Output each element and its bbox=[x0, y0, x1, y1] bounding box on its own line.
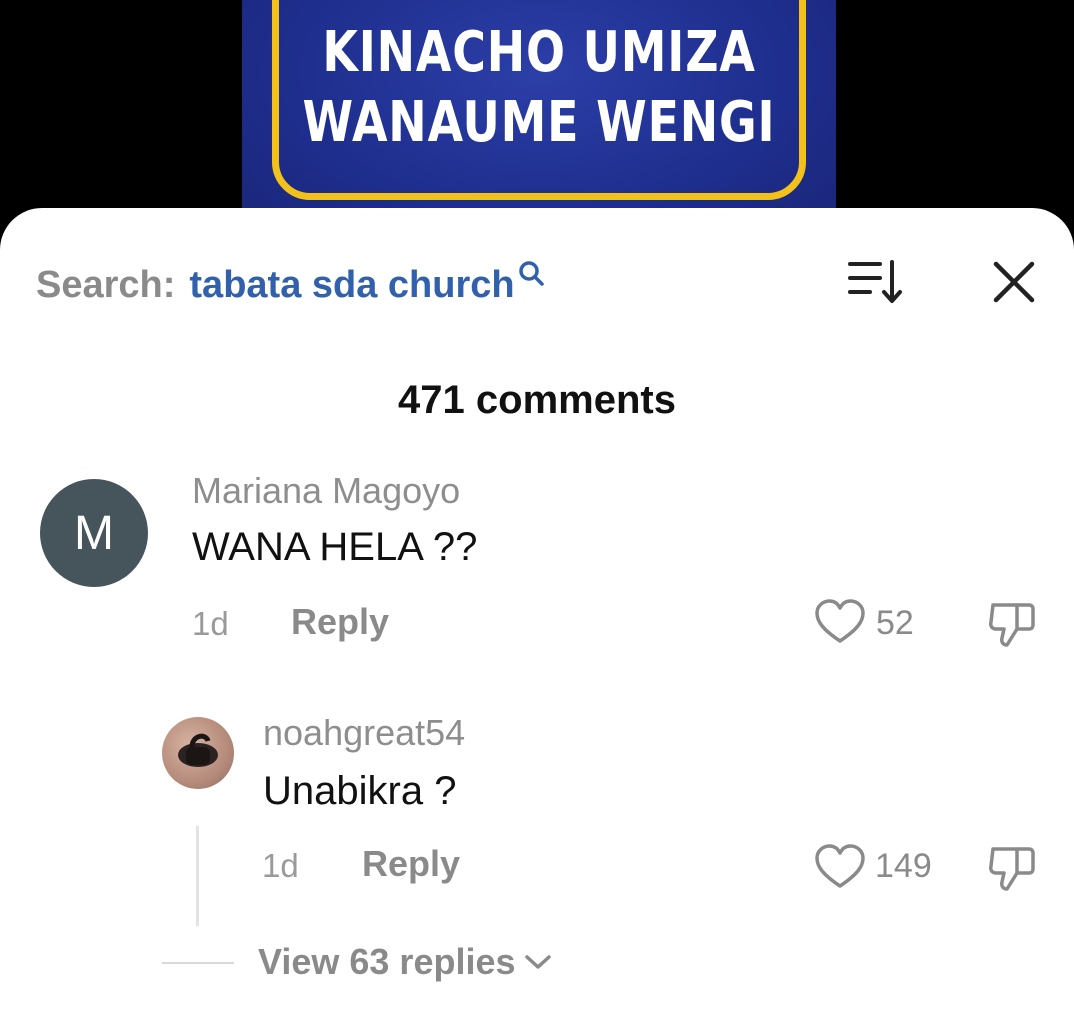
chevron-down-icon bbox=[524, 955, 551, 969]
heart-icon[interactable] bbox=[814, 599, 866, 645]
search-label: Search: bbox=[36, 263, 176, 306]
comment-username[interactable]: noahgreat54 bbox=[263, 712, 465, 754]
search-icon bbox=[518, 261, 544, 286]
avatar[interactable] bbox=[162, 717, 234, 789]
search-suggestion[interactable]: Search: tabata sda church bbox=[36, 261, 545, 308]
video-preview[interactable]: KINACHO UMIZA WANAUME WENGI bbox=[0, 0, 1074, 240]
comment-count: 471 comments bbox=[398, 378, 676, 422]
thumbs-down-icon[interactable] bbox=[987, 843, 1037, 893]
heart-icon[interactable] bbox=[814, 844, 866, 890]
comments-sheet: Search: tabata sda church 471 comments M… bbox=[0, 208, 1074, 1021]
like-count: 149 bbox=[875, 847, 932, 885]
thumbnail-title: KINACHO UMIZA WANAUME WENGI bbox=[295, 18, 782, 158]
thread-line bbox=[196, 826, 199, 926]
avatar-initial: M bbox=[74, 506, 114, 560]
thumbnail-title-line-1: KINACHO UMIZA bbox=[322, 20, 756, 85]
comment-timestamp: 1d bbox=[192, 605, 229, 642]
comment-text: Unabikra ? bbox=[263, 769, 457, 813]
comment-username[interactable]: Mariana Magoyo bbox=[192, 470, 460, 512]
sort-icon[interactable] bbox=[846, 256, 906, 308]
thumbs-down-icon[interactable] bbox=[987, 599, 1037, 649]
view-replies-button[interactable]: View 63 replies bbox=[258, 941, 552, 983]
view-replies-label: View 63 replies bbox=[258, 941, 516, 982]
avatar-photo bbox=[178, 733, 218, 767]
avatar[interactable]: M bbox=[40, 479, 148, 587]
close-icon[interactable] bbox=[988, 256, 1040, 308]
thumbnail-title-line-2: WANAUME WENGI bbox=[302, 90, 776, 155]
video-thumbnail: KINACHO UMIZA WANAUME WENGI bbox=[242, 0, 836, 240]
comment-timestamp: 1d bbox=[262, 847, 299, 884]
like-count: 52 bbox=[876, 604, 914, 642]
reply-button[interactable]: Reply bbox=[362, 843, 460, 885]
reply-button[interactable]: Reply bbox=[291, 601, 389, 643]
search-query-link[interactable]: tabata sda church bbox=[189, 264, 514, 307]
replies-divider bbox=[162, 962, 234, 964]
comment-text: WANA HELA ?? bbox=[192, 525, 478, 569]
